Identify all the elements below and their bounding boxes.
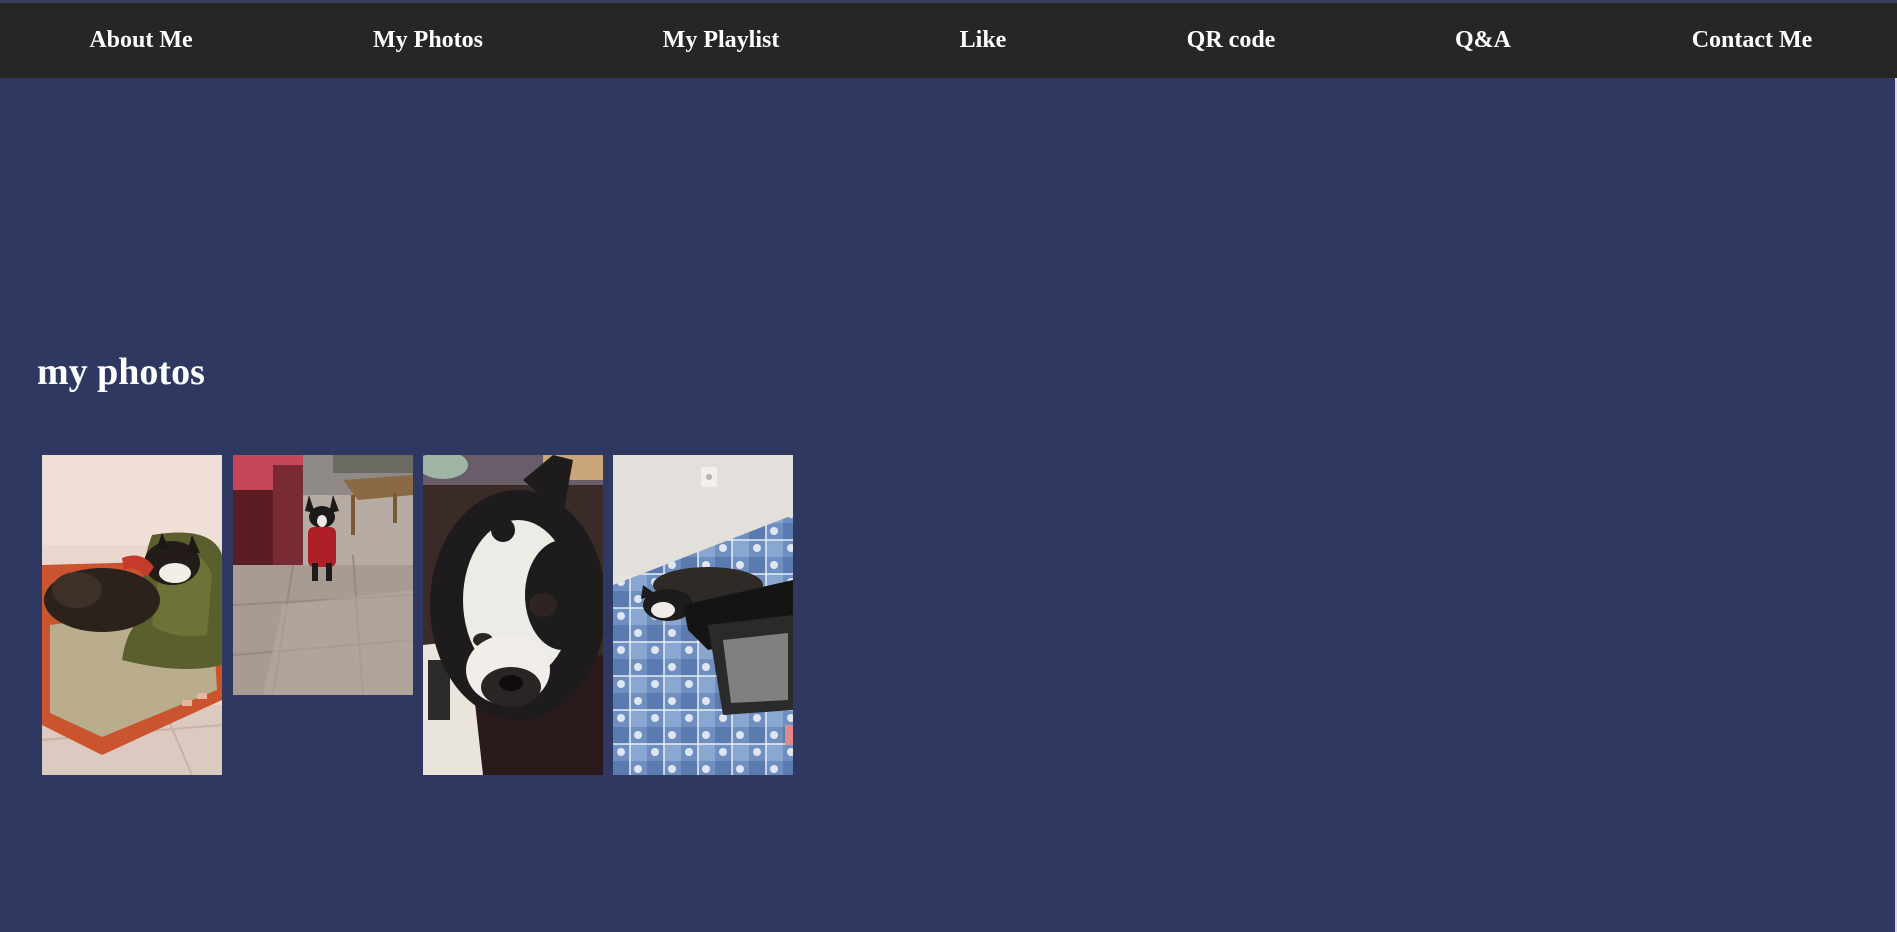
- nav-link-qr-code[interactable]: QR code: [1187, 3, 1276, 78]
- photo-dog-face-closeup[interactable]: [423, 455, 603, 775]
- nav-link-my-playlist[interactable]: My Playlist: [663, 3, 780, 78]
- nav-link-contact-me[interactable]: Contact Me: [1692, 3, 1813, 78]
- top-navbar: About Me My Photos My Playlist Like QR c…: [0, 3, 1897, 78]
- photo-dog-sleeping-basket[interactable]: [42, 455, 222, 775]
- page-title: my photos: [37, 351, 205, 393]
- nav-link-qa[interactable]: Q&A: [1455, 3, 1511, 78]
- nav-link-about-me[interactable]: About Me: [89, 3, 192, 78]
- photo-dog-red-sweater[interactable]: [233, 455, 413, 695]
- nav-link-my-photos[interactable]: My Photos: [373, 3, 483, 78]
- photo-dog-on-bed[interactable]: [613, 455, 793, 775]
- nav-link-like[interactable]: Like: [960, 3, 1007, 78]
